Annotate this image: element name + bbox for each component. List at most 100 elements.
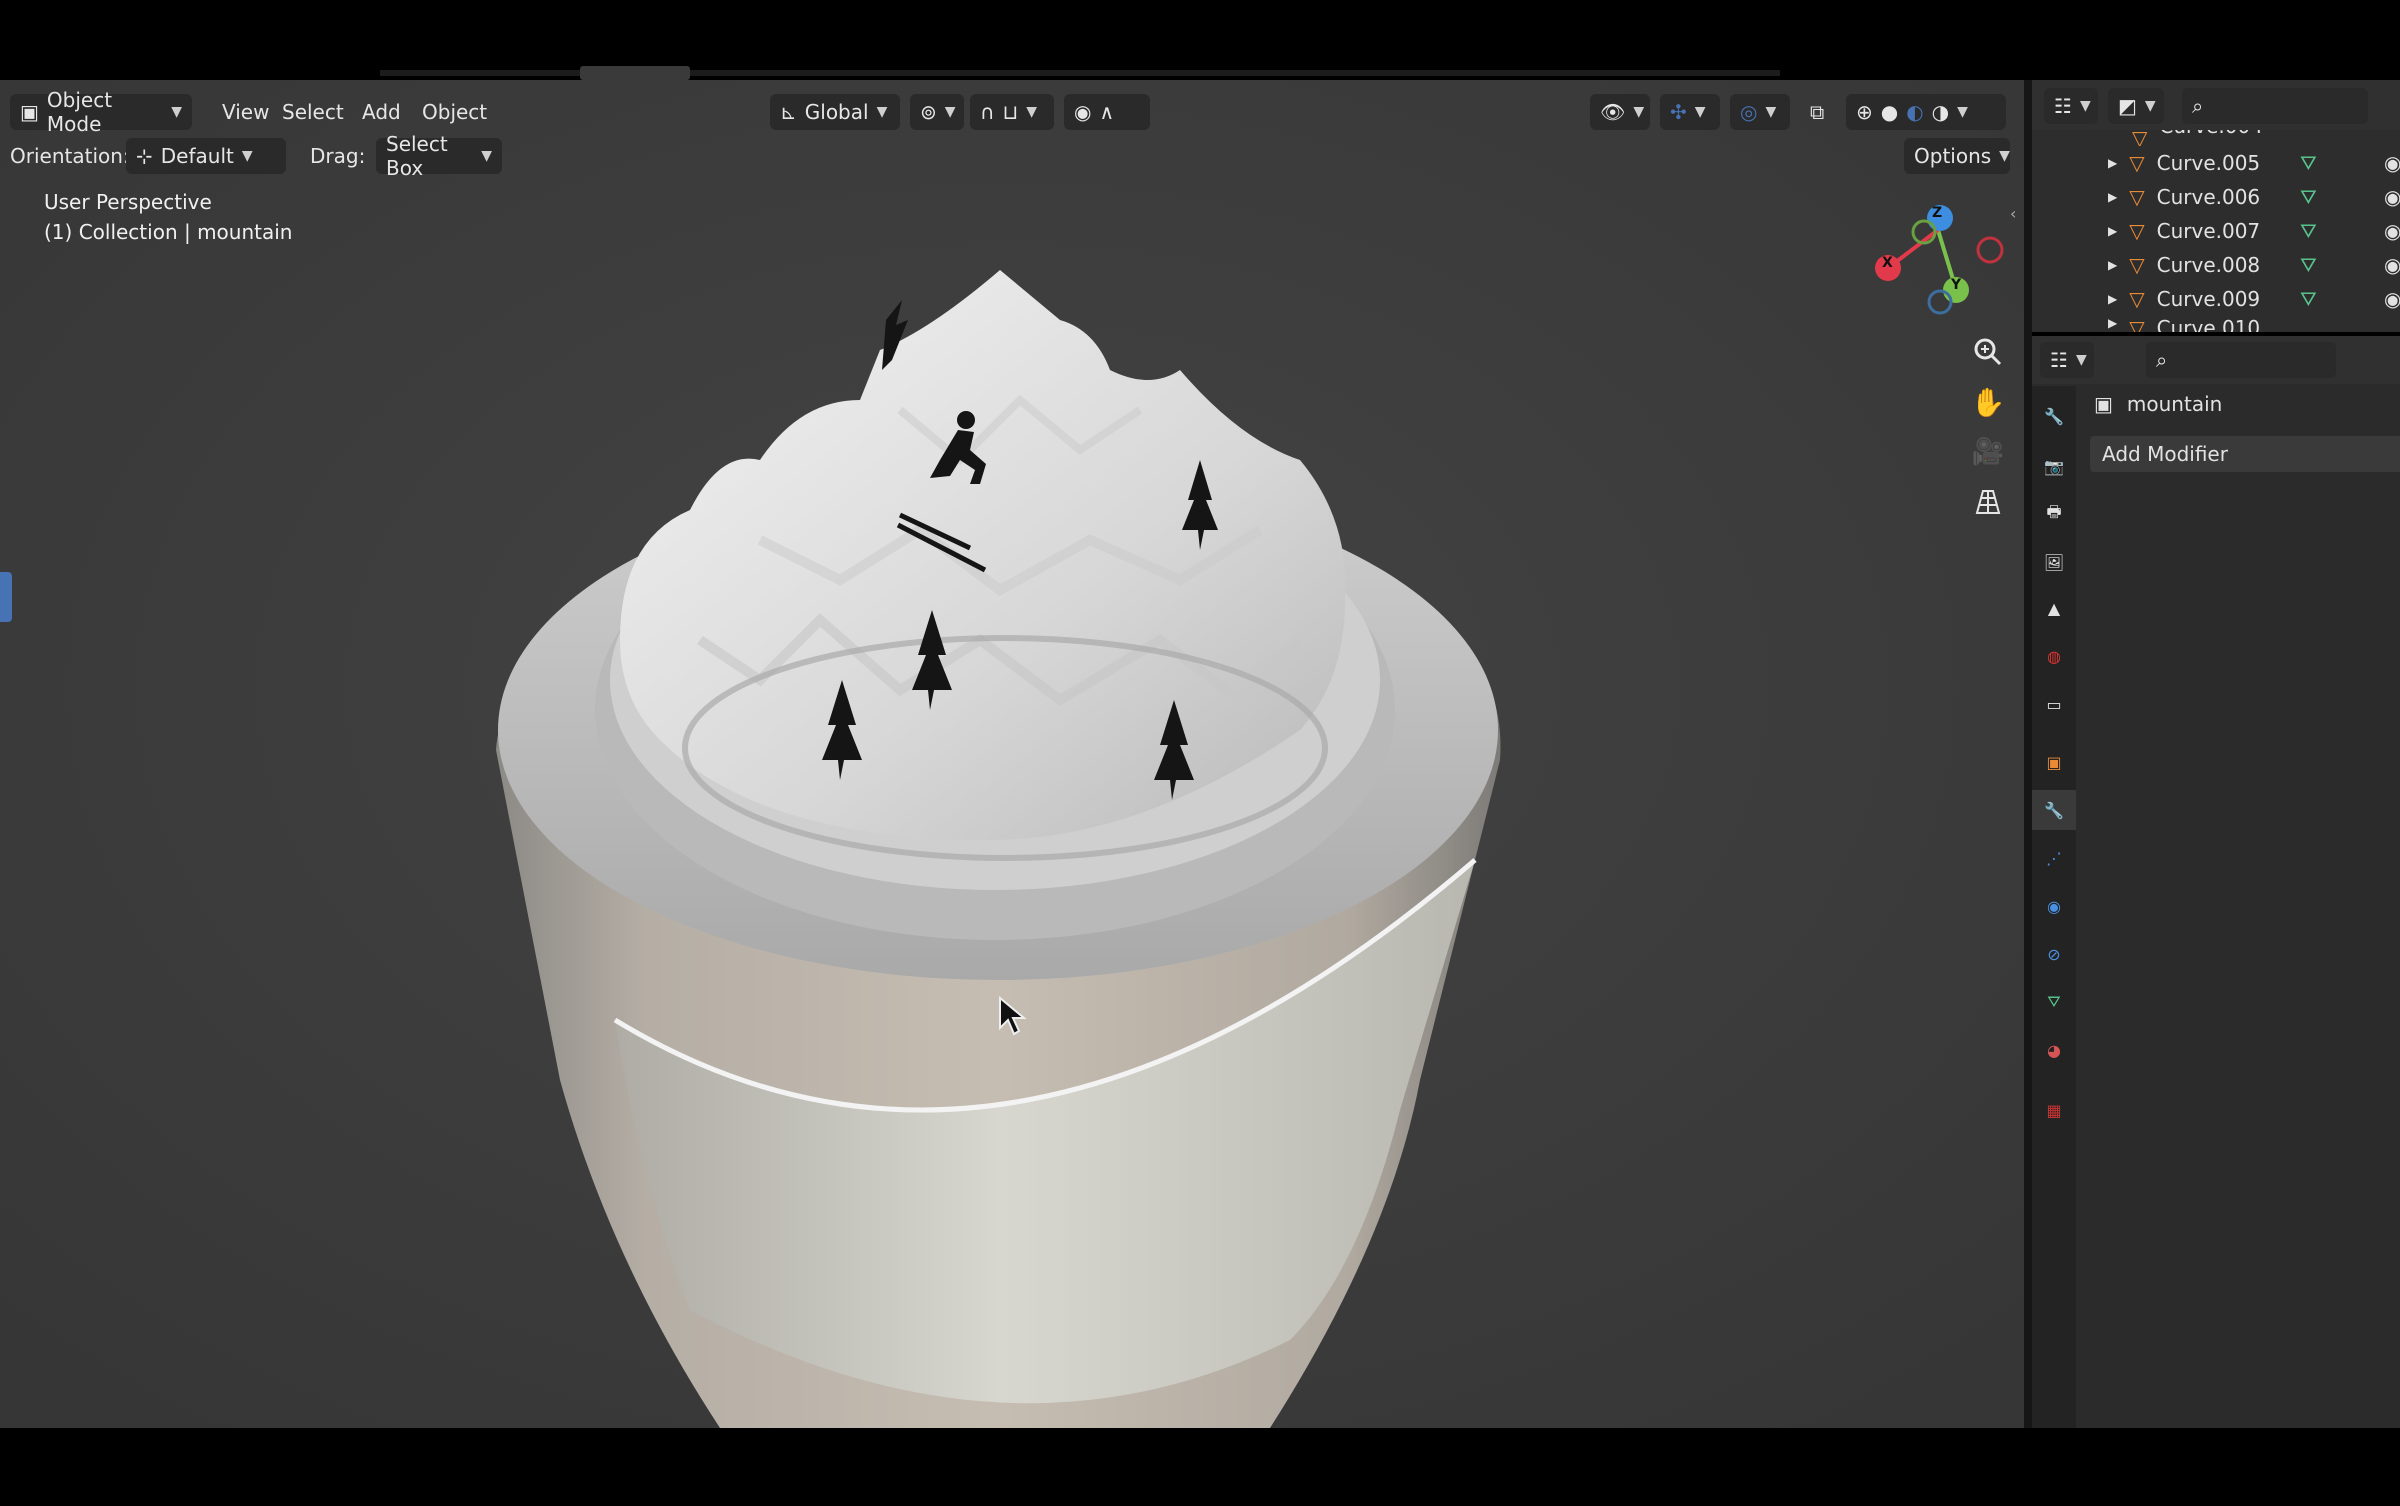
display-mode-dropdown[interactable]: ☷ ▼ xyxy=(2044,88,2098,124)
expand-arrow-icon[interactable]: ▶ xyxy=(2108,156,2117,170)
chevron-down-icon: ▼ xyxy=(1957,104,1968,120)
physics-tab[interactable]: ◉ xyxy=(2032,886,2076,926)
texture-tab[interactable]: ▦ xyxy=(2032,1090,2076,1130)
snap-toggle[interactable]: ∩ ⊔ ▼ xyxy=(970,94,1054,130)
eye-icon[interactable]: ◉ xyxy=(2384,151,2400,175)
outliner-display-icon: ☷ xyxy=(2054,94,2072,118)
object-mode-dropdown[interactable]: ▣ Object Mode ▼ xyxy=(10,88,192,136)
chevron-down-icon: ▼ xyxy=(1694,104,1706,120)
outliner-row[interactable]: ▶ ▽ Curve.009 ⛛ ◉ xyxy=(2032,282,2400,316)
viewport-scene[interactable] xyxy=(0,80,2024,1428)
expand-arrow-icon[interactable]: ▶ xyxy=(2108,292,2117,306)
transform-orientation-dropdown[interactable]: ⊾ Global ▼ xyxy=(770,94,900,130)
menu-add[interactable]: Add xyxy=(352,94,411,130)
curve-object-icon: ▽ xyxy=(2129,151,2145,175)
window-bottom-bar xyxy=(0,1428,2400,1506)
magnet-icon: ∩ xyxy=(980,100,995,124)
chevron-down-icon: ▼ xyxy=(2079,98,2091,114)
menu-select-label: Select xyxy=(282,100,344,124)
visibility-dropdown[interactable]: 👁 ▼ xyxy=(1590,94,1650,130)
drag-value: Select Box xyxy=(386,132,448,180)
zoom-icon[interactable] xyxy=(1968,332,2008,372)
orientation-label-text: Orientation: xyxy=(10,144,130,168)
menu-view[interactable]: View xyxy=(212,94,279,130)
proportional-editing-toggle[interactable]: ◉ ∧ xyxy=(1064,94,1150,130)
world-tab[interactable]: ◍ xyxy=(2032,636,2076,676)
search-icon: ⌕ xyxy=(2192,94,2204,118)
outliner-row[interactable]: ▶ ▽ Curve.008 ⛛ ◉ xyxy=(2032,248,2400,282)
3d-viewport[interactable]: ▣ Object Mode ▼ View Select Add Object ⊾… xyxy=(0,80,2024,1428)
expand-arrow-icon[interactable]: ▶ xyxy=(2108,316,2117,330)
sidebar-toggle-icon[interactable]: ‹ xyxy=(2010,204,2016,223)
tool-tab[interactable]: 🔧 xyxy=(2032,396,2076,436)
pivot-point-dropdown[interactable]: ⊚ ▼ xyxy=(910,94,964,130)
eye-icon[interactable]: ◉ xyxy=(2384,253,2400,277)
outliner-item-label: Curve.005 xyxy=(2156,151,2261,175)
curve-object-icon: ▽ xyxy=(2129,185,2145,209)
toolbar-edge[interactable] xyxy=(0,200,14,622)
orientation-value: Default xyxy=(160,144,234,168)
camera-view-icon[interactable]: 🎥 xyxy=(1968,432,2008,472)
options-dropdown[interactable]: Options ▼ xyxy=(1904,138,2010,174)
overlays-icon: ◎ xyxy=(1740,100,1758,124)
orientation-dropdown[interactable]: ⊹ Default ▼ xyxy=(126,138,286,174)
outliner-row[interactable]: ▶ ▽ Curve.007 ⛛ ◉ xyxy=(2032,214,2400,248)
data-tab[interactable]: ⛛ xyxy=(2032,982,2076,1022)
eye-icon[interactable]: ◉ xyxy=(2384,185,2400,209)
shading-mode-switch[interactable]: ⊕ ● ◐ ◑ ▼ xyxy=(1846,94,2006,130)
render-tab[interactable]: 📷 xyxy=(2032,446,2076,486)
eye-icon[interactable]: ◉ xyxy=(2384,287,2400,311)
overlays-toggle[interactable]: ◎ ▼ xyxy=(1730,94,1790,130)
chevron-down-icon: ▼ xyxy=(944,104,956,120)
outliner-row[interactable]: ▶ ▽ Curve.006 ⛛ ◉ xyxy=(2032,180,2400,214)
area-divider[interactable] xyxy=(2024,80,2032,1428)
properties-panel[interactable]: ☷ ▼ ⌕ 🔧 📷 🖶 🖼 ▲ ◍ ▭ ▣ 🔧 ⋰ ◉ ⊘ ⛛ ◕ ▦ ▣ mou… xyxy=(2032,336,2400,1428)
gizmo-y-label: Y xyxy=(1951,277,1962,293)
constraints-tab[interactable]: ⊘ xyxy=(2032,934,2076,974)
wireframe-shading-icon: ⊕ xyxy=(1856,100,1873,124)
particles-tab[interactable]: ⋰ xyxy=(2032,838,2076,878)
material-tab[interactable]: ◕ xyxy=(2032,1030,2076,1070)
outliner-row[interactable]: ▶ ▽ Curve.010 xyxy=(2032,316,2400,332)
drag-label-text: Drag: xyxy=(310,144,366,168)
outliner-item-label: Curve.006 xyxy=(2156,185,2261,209)
object-name-field[interactable]: ▣ mountain xyxy=(2094,392,2222,416)
expand-arrow-icon[interactable]: ▶ xyxy=(2108,190,2117,204)
chevron-down-icon: ▼ xyxy=(2075,352,2087,368)
drag-dropdown[interactable]: Select Box ▼ xyxy=(376,132,502,180)
menu-select[interactable]: Select xyxy=(272,94,354,130)
output-tab[interactable]: 🖶 xyxy=(2032,494,2076,534)
outliner-row[interactable]: ▶ ▽ Curve.005 ⛛ ◉ xyxy=(2032,146,2400,180)
filter-dropdown[interactable]: ◩ ▼ xyxy=(2108,88,2164,124)
outliner-row[interactable]: ▽ Curve.004 xyxy=(2032,130,2400,146)
outliner-panel[interactable]: ☷▼ ◩▼ ⌕ ▽ Curve.004 ▶ ▽ Curve.005 ⛛ ◉ ▶ … xyxy=(2032,80,2400,332)
object-tab[interactable]: ▣ xyxy=(2032,742,2076,782)
gizmo-icon: ✣ xyxy=(1670,100,1687,124)
active-tool-indicator xyxy=(0,572,12,622)
expand-arrow-icon[interactable]: ▶ xyxy=(2108,224,2117,238)
perspective-grid-icon[interactable] xyxy=(1968,482,2008,522)
pivot-icon: ⊚ xyxy=(920,100,937,124)
gizmo-toggle[interactable]: ✣ ▼ xyxy=(1660,94,1720,130)
eye-icon[interactable]: ◉ xyxy=(2384,219,2400,243)
outliner-item-label: Curve.010 xyxy=(2156,316,2261,332)
modifier-tab[interactable]: 🔧 xyxy=(2032,790,2076,830)
collection-tab[interactable]: ▭ xyxy=(2032,684,2076,724)
properties-search-input[interactable]: ⌕ xyxy=(2146,342,2336,378)
chevron-down-icon: ▼ xyxy=(1765,104,1777,120)
editor-type-dropdown[interactable]: ☷ ▼ xyxy=(2040,342,2094,378)
add-modifier-button[interactable]: Add Modifier xyxy=(2090,436,2400,472)
chevron-down-icon: ▼ xyxy=(171,104,182,120)
solid-shading-icon: ● xyxy=(1880,100,1899,124)
transform-orientation-label: Global xyxy=(804,100,869,124)
menu-object[interactable]: Object xyxy=(412,94,497,130)
view-layer-tab[interactable]: 🖼 xyxy=(2032,542,2076,582)
chevron-down-icon: ▼ xyxy=(481,148,492,164)
outliner-item-label: Curve.009 xyxy=(2156,287,2261,311)
expand-arrow-icon[interactable]: ▶ xyxy=(2108,258,2117,272)
xray-toggle[interactable]: ⧉ xyxy=(1800,94,1840,130)
scene-tab[interactable]: ▲ xyxy=(2032,588,2076,628)
outliner-search-input[interactable]: ⌕ xyxy=(2182,88,2368,124)
outliner-item-label: Curve.008 xyxy=(2156,253,2261,277)
pan-hand-icon[interactable]: ✋ xyxy=(1968,382,2008,422)
